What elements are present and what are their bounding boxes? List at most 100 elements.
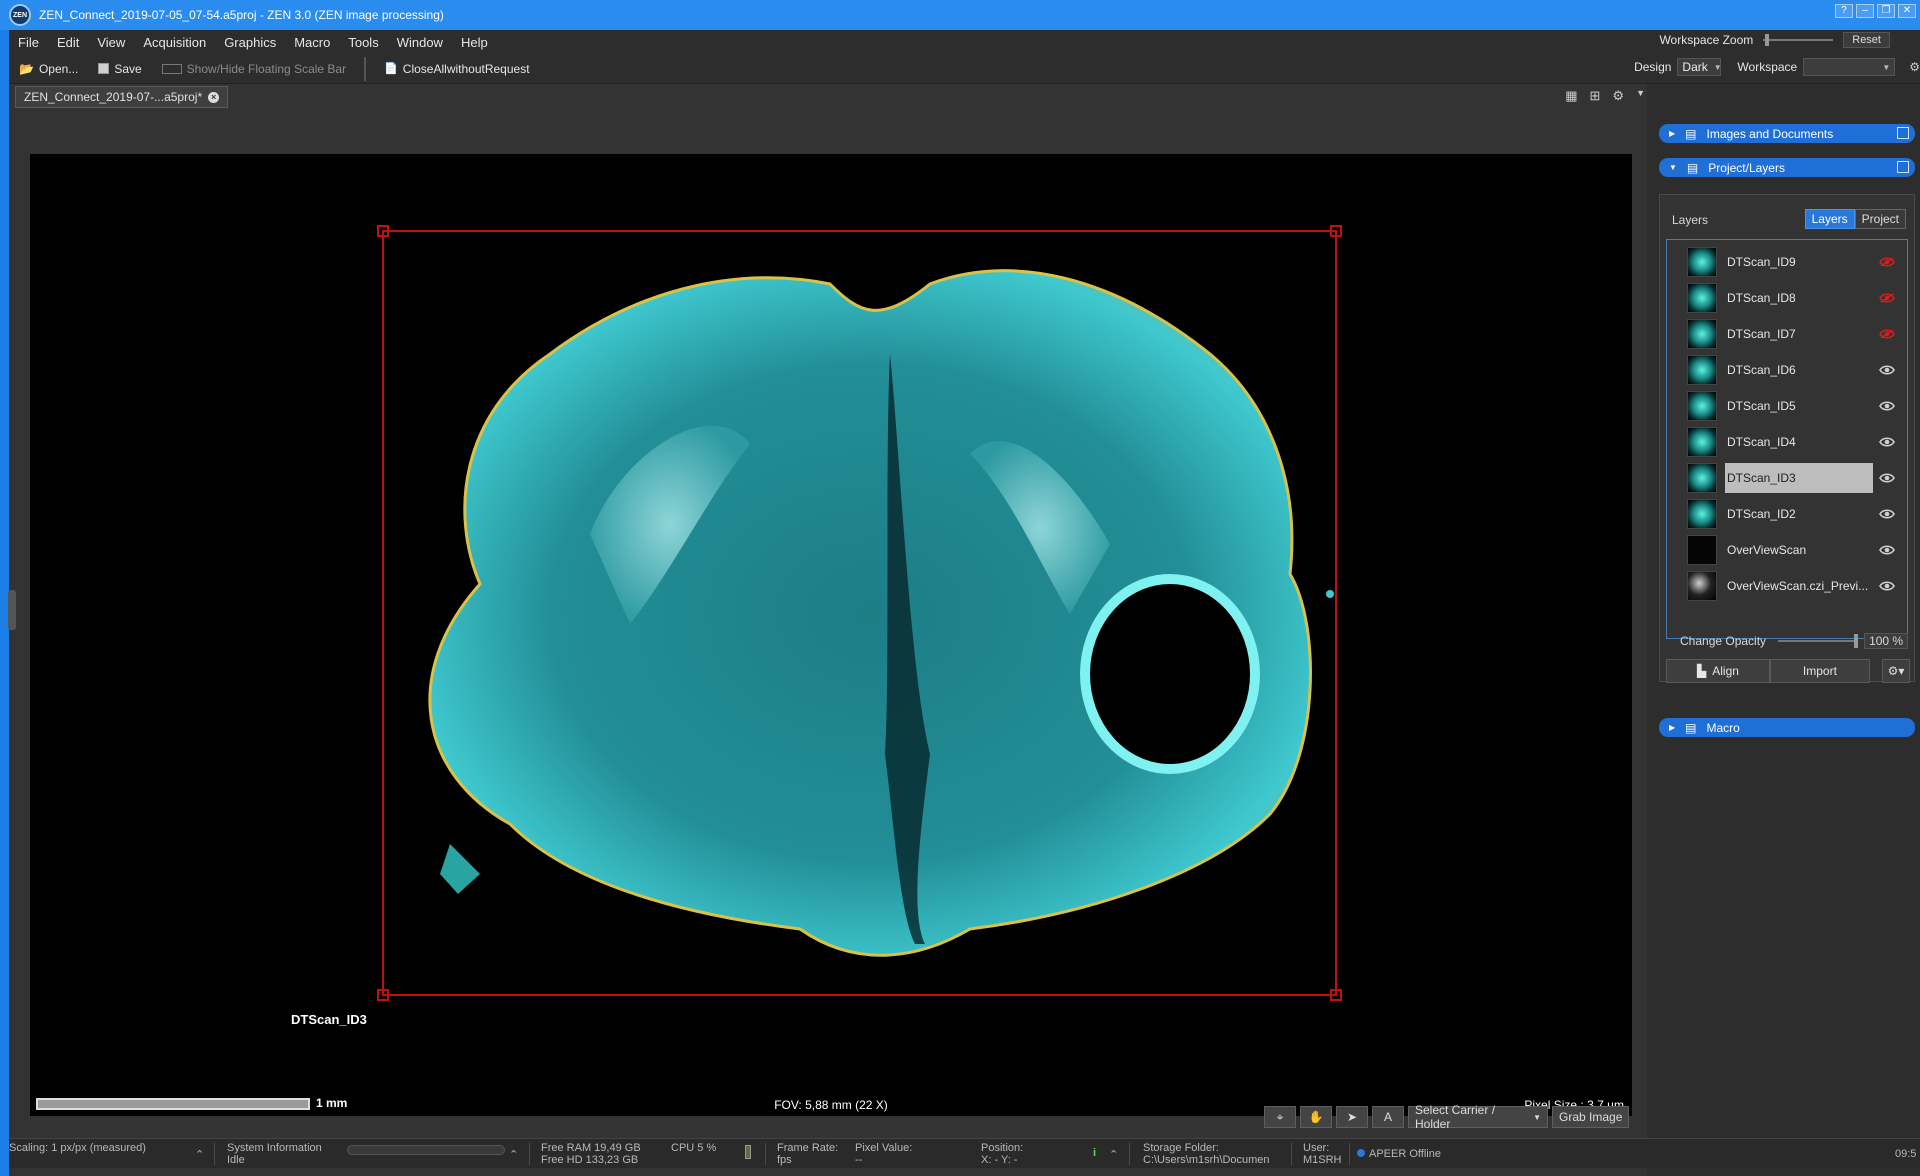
layer-thumbnail [1687,499,1717,529]
frame-rate: Frame Rate: fps [777,1142,838,1166]
toolbar-divider [364,56,367,81]
eye-hidden-icon[interactable] [1879,254,1895,270]
eye-icon[interactable] [1879,398,1895,414]
eye-icon[interactable] [1879,506,1895,522]
menu-view[interactable]: View [88,35,134,50]
chevron-up-icon[interactable]: ⌃ [1109,1149,1118,1161]
layer-thumbnail [1687,571,1717,601]
open-button[interactable]: 📂 Open... [9,62,88,76]
popout-icon[interactable] [1897,161,1909,173]
image-viewer[interactable]: DTScan_ID3 1 mm FOV: 5,88 mm (22 X) Pixe… [30,154,1632,1116]
eye-hidden-icon[interactable] [1879,326,1895,342]
apeer-status[interactable]: APEER Offline [1357,1148,1441,1160]
select-carrier-dropdown[interactable]: Select Carrier / Holder ▼ [1408,1103,1548,1131]
expand-arrow-icon: ▶ [1669,129,1676,138]
menu-help[interactable]: Help [452,35,497,50]
tab-project[interactable]: Project [1854,209,1906,229]
import-button[interactable]: Import [1769,659,1870,683]
eye-hidden-icon[interactable] [1879,290,1895,306]
layer-name[interactable]: DTScan_ID4 [1725,427,1873,457]
scaling-status: Scaling: 1 px/px (measured) [9,1142,146,1154]
layer-name[interactable]: OverViewScan.czi_Previ... [1725,571,1873,601]
workspace-zoom-slider[interactable] [1763,34,1834,46]
layer-row[interactable]: DTScan_ID5 [1667,388,1909,424]
align-button[interactable]: ▙ Align [1666,659,1770,683]
opacity-value[interactable]: 100 % [1864,633,1909,649]
chevron-up-icon[interactable]: ⌃ [509,1149,518,1161]
layer-name[interactable]: DTScan_ID3 [1725,463,1873,493]
eye-icon[interactable] [1879,362,1895,378]
roi-handle-top-left[interactable] [377,225,389,237]
close-icon[interactable]: ✕ [1898,4,1916,18]
layer-row[interactable]: DTScan_ID8 [1667,280,1909,316]
project-layers-header[interactable]: ▼ ▤ Project/Layers [1659,158,1915,177]
images-documents-header[interactable]: ▶ ▤ Images and Documents [1659,124,1915,143]
layer-row[interactable]: DTScan_ID3 [1667,460,1909,496]
window-controls: ? – ❐ ✕ [1835,4,1916,18]
macro-header[interactable]: ▶ ▤ Macro [1659,718,1915,737]
eye-icon[interactable] [1879,434,1895,450]
status-divider [1129,1143,1130,1165]
split-view-icon[interactable]: ⊞ [1590,88,1601,104]
layer-name[interactable]: DTScan_ID2 [1725,499,1873,529]
layer-name[interactable]: OverViewScan [1725,535,1873,565]
gear-icon[interactable]: ⚙ [1612,88,1624,104]
gear-icon[interactable]: ⚙ [1909,60,1920,74]
menu-acquisition[interactable]: Acquisition [134,35,215,50]
change-opacity-label: Change Opacity [1680,634,1767,648]
user-title: User: [1303,1142,1330,1154]
grab-image-button[interactable]: Grab Image [1552,1106,1630,1128]
menu-file[interactable]: File [9,35,48,50]
layer-name[interactable]: DTScan_ID6 [1725,355,1873,385]
close-tab-icon[interactable]: × [208,91,220,103]
popout-icon[interactable] [1897,127,1909,139]
menu-graphics[interactable]: Graphics [215,35,285,50]
macro-closeall-button[interactable]: 📄 CloseAllwithoutRequest [374,62,539,76]
gallery-view-icon[interactable]: ▦ [1565,88,1577,104]
window-title: ZEN_Connect_2019-07-05_07-54.a5proj - ZE… [39,8,444,22]
eye-icon[interactable] [1879,578,1895,594]
left-panel-grip[interactable] [8,590,16,630]
crosshair-icon[interactable]: ⌖ [1264,1106,1296,1128]
roi-handle-bottom-left[interactable] [377,989,389,1001]
roi-handle-top-right[interactable] [1330,225,1342,237]
eye-icon[interactable] [1879,470,1895,486]
layer-row[interactable]: DTScan_ID9 [1667,244,1909,280]
menu-window[interactable]: Window [388,35,452,50]
save-button[interactable]: Save [88,62,151,76]
menu-tools[interactable]: Tools [339,35,387,50]
workspace-select[interactable]: ▼ [1803,58,1896,76]
tab-layers[interactable]: Layers [1804,209,1855,229]
document-tab[interactable]: ZEN_Connect_2019-07-...a5proj* × [15,86,229,108]
menu-edit[interactable]: Edit [48,35,88,50]
selection-roi-rectangle[interactable] [377,225,1342,1001]
layer-name[interactable]: DTScan_ID9 [1725,247,1873,277]
layer-name[interactable]: DTScan_ID8 [1725,283,1873,313]
menu-macro[interactable]: Macro [285,35,339,50]
opacity-slider[interactable] [1778,634,1859,648]
eye-icon[interactable] [1879,542,1895,558]
chevron-up-icon[interactable]: ⌃ [195,1149,204,1161]
scalebar-toggle-button[interactable]: Show/Hide Floating Scale Bar [152,62,356,76]
layer-row[interactable]: OverViewScan [1667,532,1909,568]
design-select[interactable]: Dark ▼ [1677,58,1722,76]
layer-name[interactable]: DTScan_ID5 [1725,391,1873,421]
chevron-down-icon[interactable]: ▼ [1636,88,1645,104]
layer-row[interactable]: DTScan_ID7 [1667,316,1909,352]
minimize-icon[interactable]: – [1856,4,1874,18]
layer-row[interactable]: DTScan_ID6 [1667,352,1909,388]
layer-options-button[interactable]: ⚙▾ [1882,659,1910,683]
reset-button[interactable]: Reset [1843,32,1890,48]
layer-thumbnail [1687,283,1717,313]
layer-name[interactable]: DTScan_ID7 [1725,319,1873,349]
info-icon[interactable]: i [1093,1147,1096,1159]
layer-row[interactable]: DTScan_ID2 [1667,496,1909,532]
text-tool-button[interactable]: A [1372,1106,1404,1128]
layer-row[interactable]: DTScan_ID4 [1667,424,1909,460]
help-icon[interactable]: ? [1835,4,1853,18]
restore-icon[interactable]: ❐ [1877,4,1895,18]
pointer-icon[interactable]: ➤ [1336,1106,1368,1128]
layer-row[interactable]: OverViewScan.czi_Previ... [1667,568,1909,604]
hand-pan-icon[interactable]: ✋ [1300,1106,1332,1128]
roi-handle-bottom-right[interactable] [1330,989,1342,1001]
